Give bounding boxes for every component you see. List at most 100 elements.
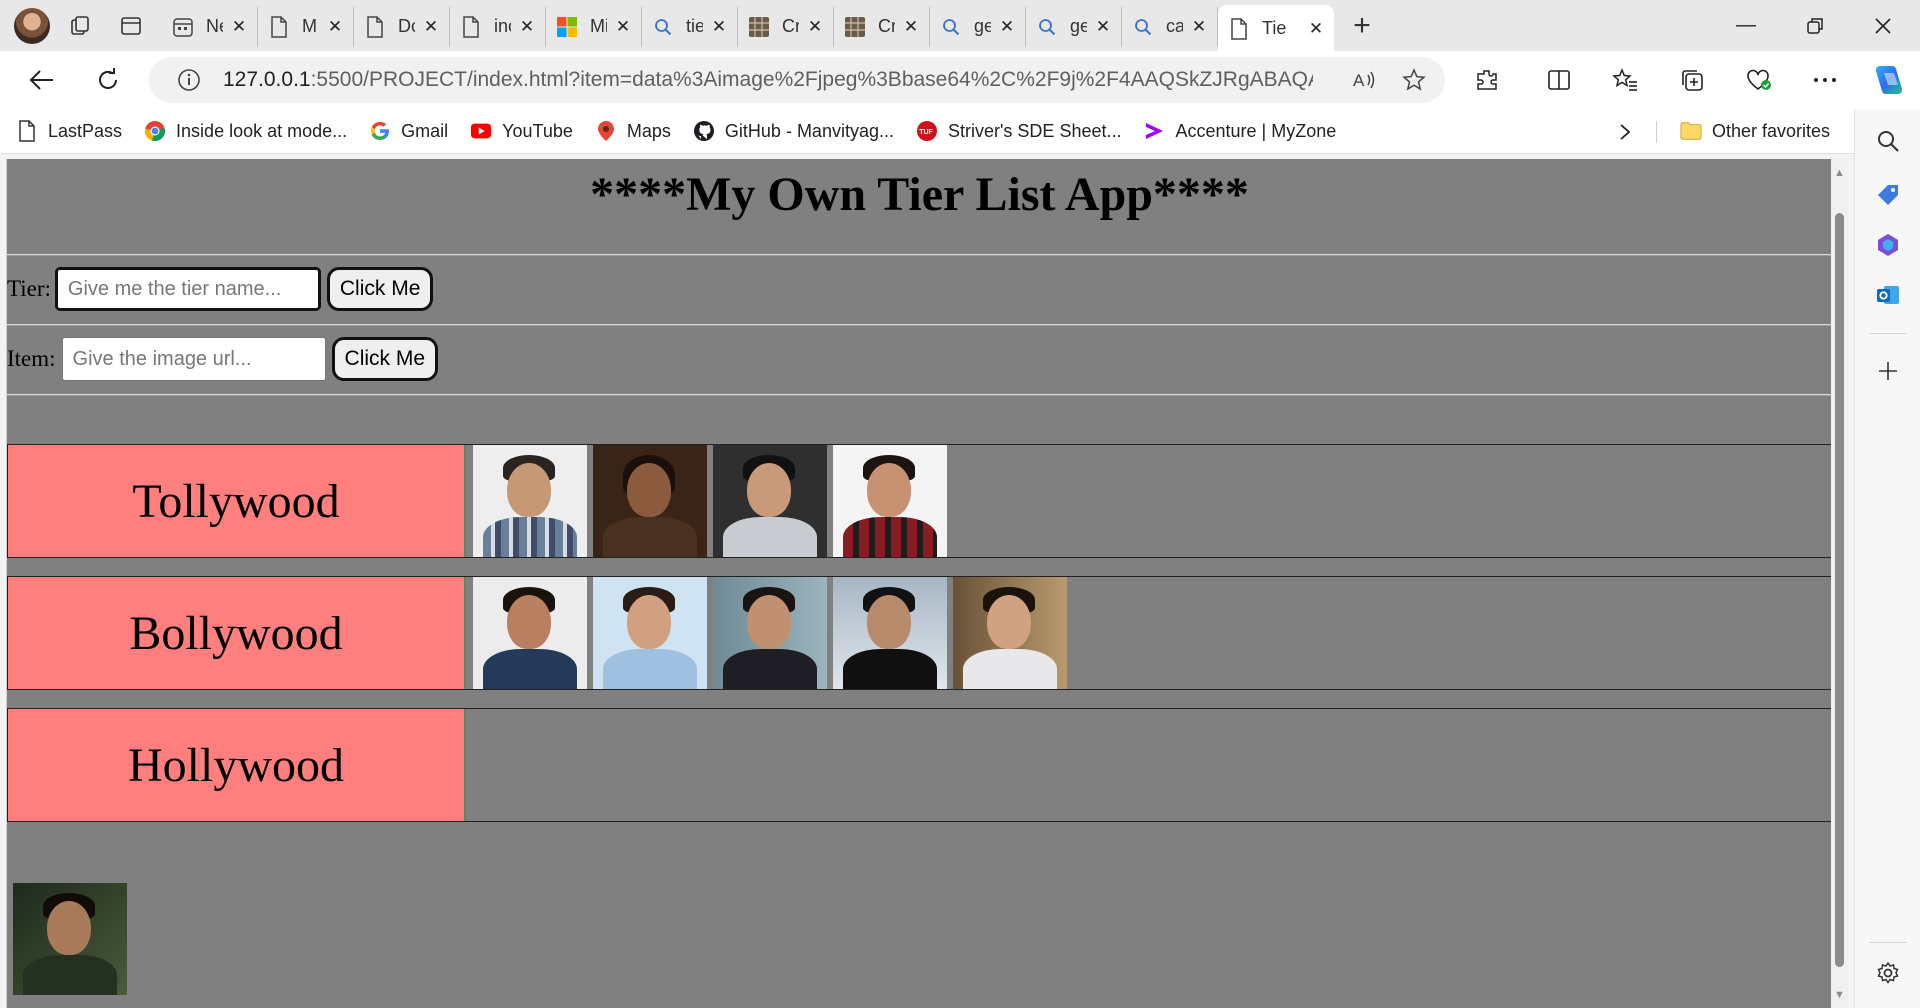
tier-row-bollywood[interactable]: Bollywood <box>7 576 1832 690</box>
close-tab-icon[interactable]: ✕ <box>805 17 825 37</box>
close-tab-icon[interactable]: ✕ <box>709 17 729 37</box>
url-text[interactable]: 127.0.0.1:5500/PROJECT/index.html?item=d… <box>223 68 1313 92</box>
tier-name-input[interactable] <box>54 267 321 311</box>
favorite-link[interactable]: Gmail <box>369 120 448 142</box>
new-tab-button[interactable]: + <box>1342 6 1382 46</box>
item-image[interactable] <box>953 577 1067 689</box>
favorite-link[interactable]: Inside look at mode... <box>144 120 347 142</box>
youtube-icon <box>470 120 492 142</box>
favorites-bar: LastPass Inside look at mode... Gmail YouTu… <box>0 109 1920 154</box>
tab[interactable]: tie ✕ <box>642 6 738 47</box>
tab[interactable]: cartton ✕ <box>1122 6 1218 47</box>
more-options-icon[interactable] <box>1803 58 1847 102</box>
favorite-link[interactable]: LastPass <box>16 120 122 142</box>
close-tab-icon[interactable]: ✕ <box>1306 19 1326 39</box>
favorites-overflow-icon[interactable] <box>1612 119 1638 145</box>
reload-button[interactable] <box>86 58 130 102</box>
item-image[interactable] <box>593 445 707 557</box>
sidebar-divider <box>1869 333 1907 334</box>
tab[interactable]: Mi ✕ <box>546 6 642 47</box>
close-tab-icon[interactable]: ✕ <box>1189 17 1209 37</box>
favorite-link[interactable]: Maps <box>595 120 671 142</box>
google-icon <box>369 120 391 142</box>
favorite-link[interactable]: YouTube <box>470 120 573 142</box>
item-image[interactable] <box>473 577 587 689</box>
item-image[interactable] <box>593 577 707 689</box>
item-image[interactable] <box>473 445 587 557</box>
add-item-button[interactable]: Click Me <box>331 337 439 381</box>
image-url-input[interactable] <box>61 337 326 381</box>
item-image[interactable] <box>833 445 947 557</box>
tab-title: cartton <box>1166 16 1183 36</box>
tier-row-tollywood[interactable]: Tollywood <box>7 444 1832 558</box>
other-favorites[interactable]: Other favorites <box>1680 120 1830 142</box>
favorite-link[interactable]: TUF Striver's SDE Sheet... <box>916 120 1121 142</box>
close-tab-icon[interactable]: ✕ <box>517 17 537 37</box>
close-window-button[interactable] <box>1850 0 1916 51</box>
sidebar-outlook-icon[interactable] <box>1866 273 1910 317</box>
tier-label-hollywood: Hollywood <box>8 709 466 821</box>
item-image[interactable] <box>713 577 827 689</box>
url-host: 127.0.0.1 <box>223 68 311 91</box>
vertical-tabs-icon[interactable] <box>112 7 150 45</box>
close-tab-icon[interactable]: ✕ <box>997 17 1017 37</box>
close-tab-icon[interactable]: ✕ <box>1093 17 1113 37</box>
close-tab-icon[interactable]: ✕ <box>229 17 249 37</box>
tab[interactable]: inc ✕ <box>450 6 546 47</box>
tab[interactable]: Ne ✕ <box>162 6 258 47</box>
back-button[interactable] <box>20 58 64 102</box>
favorite-label: Maps <box>626 120 671 141</box>
favorites-icon[interactable] <box>1603 58 1647 102</box>
tab[interactable]: get ima ✕ <box>930 6 1026 47</box>
calendar-icon <box>172 16 194 38</box>
profile-avatar[interactable] <box>14 7 50 44</box>
page-icon <box>268 15 290 38</box>
favorite-link[interactable]: Accenture | MyZone <box>1143 120 1336 142</box>
collections-icon[interactable] <box>1670 58 1714 102</box>
item-image[interactable] <box>833 577 947 689</box>
page-scrollbar[interactable]: ▲ ▼ <box>1831 159 1848 1008</box>
minimize-button[interactable]: — <box>1713 0 1779 51</box>
page-icon <box>16 120 38 142</box>
sidebar-settings-icon[interactable] <box>1866 951 1910 995</box>
divider-1 <box>7 254 1832 256</box>
tuf-icon: TUF <box>916 120 938 142</box>
tab[interactable]: Cr ✕ <box>738 6 834 47</box>
extensions-icon[interactable] <box>1465 58 1509 102</box>
split-screen-icon[interactable] <box>1537 58 1581 102</box>
tab[interactable]: M ✕ <box>258 6 354 47</box>
copilot-icon[interactable] <box>1864 56 1912 104</box>
sidebar-office-icon[interactable] <box>1866 223 1910 267</box>
browser-essentials-icon[interactable] <box>1737 58 1781 102</box>
scroll-down-icon[interactable]: ▼ <box>1833 989 1846 1001</box>
chrome-icon <box>144 120 166 142</box>
tier-row-hollywood[interactable]: Hollywood <box>7 708 1832 822</box>
tab[interactable]: Cr ✕ <box>834 6 930 47</box>
close-tab-icon[interactable]: ✕ <box>901 17 921 37</box>
sidebar-add-icon[interactable] <box>1866 349 1910 393</box>
favorite-link[interactable]: GitHub - Manvityag... <box>693 120 894 142</box>
add-tier-button[interactable]: Click Me <box>326 267 434 311</box>
address-bar[interactable]: 127.0.0.1:5500/PROJECT/index.html?item=d… <box>149 57 1445 103</box>
tab-title: inc <box>494 16 511 36</box>
tab[interactable]: Dc ✕ <box>354 6 450 47</box>
tab-active[interactable]: Tie ✕ <box>1218 5 1334 52</box>
sidebar-shopping-icon[interactable] <box>1866 173 1910 217</box>
unplaced-item-image[interactable] <box>13 883 127 995</box>
scrollbar-thumb[interactable] <box>1835 213 1844 967</box>
workspaces-icon[interactable] <box>62 7 100 45</box>
tab[interactable]: get ima ✕ <box>1026 6 1122 47</box>
site-info-icon[interactable] <box>169 57 209 103</box>
tier-items-bollywood[interactable] <box>473 577 1067 689</box>
close-tab-icon[interactable]: ✕ <box>613 17 633 37</box>
close-tab-icon[interactable]: ✕ <box>325 17 345 37</box>
item-image[interactable] <box>713 445 827 557</box>
tier-items-tollywood[interactable] <box>473 445 947 557</box>
sidebar-divider-bottom <box>1869 942 1907 943</box>
maximize-button[interactable] <box>1782 0 1848 51</box>
favorite-star-icon[interactable] <box>1394 57 1434 103</box>
sidebar-search-icon[interactable] <box>1866 119 1910 163</box>
read-aloud-icon[interactable]: A <box>1345 57 1385 103</box>
close-tab-icon[interactable]: ✕ <box>421 17 441 37</box>
scroll-up-icon[interactable]: ▲ <box>1833 167 1846 179</box>
